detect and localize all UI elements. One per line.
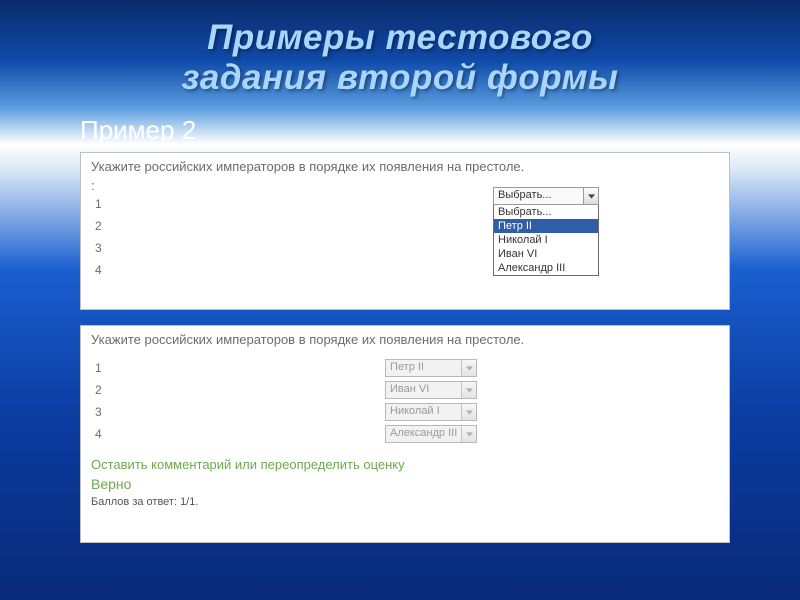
emperor-select-disabled: Александр III (385, 425, 477, 443)
row-number: 2 (95, 383, 125, 397)
row-number: 1 (95, 197, 125, 211)
answer-select-wrap: Александр III (385, 425, 477, 443)
answer-row: 3 (91, 237, 719, 259)
chevron-down-icon[interactable] (583, 188, 598, 204)
question-text-1: Укажите российских императоров в порядке… (81, 153, 729, 178)
row-number: 4 (95, 427, 125, 441)
chevron-down-icon (461, 426, 476, 442)
answer-row: 4 Александр III (91, 423, 719, 445)
answer-select-wrap: Петр II (385, 359, 477, 377)
select-label: Выбрать... (494, 188, 583, 204)
question-colon: : (81, 178, 729, 193)
select-option[interactable]: Николай I (494, 233, 598, 247)
select-value: Николай I (386, 404, 461, 420)
row-number: 4 (95, 263, 125, 277)
title-line-2: задания второй формы (182, 58, 619, 97)
select-value: Александр III (386, 426, 461, 442)
row-number: 1 (95, 361, 125, 375)
chevron-down-icon (461, 404, 476, 420)
result-text: Верно (81, 474, 729, 494)
question-panel-1: Укажите российских императоров в порядке… (80, 152, 730, 310)
select-option-selected[interactable]: Петр II (494, 219, 598, 233)
select-closed[interactable]: Выбрать... (493, 187, 599, 205)
select-option[interactable]: Иван VI (494, 247, 598, 261)
emperor-select-disabled: Петр II (385, 359, 477, 377)
slide: Примеры тестового задания второй формы П… (0, 0, 800, 600)
emperor-select-open[interactable]: Выбрать... Выбрать... Петр II Николай I … (493, 187, 599, 276)
chevron-down-icon (461, 382, 476, 398)
answer-rows-2: 1 Петр II 2 Иван VI 3 (81, 351, 729, 445)
select-option[interactable]: Выбрать... (494, 205, 598, 219)
emperor-select-disabled: Иван VI (385, 381, 477, 399)
answer-rows-1: 1 2 3 4 (81, 193, 729, 281)
row-number: 3 (95, 241, 125, 255)
row-number: 2 (95, 219, 125, 233)
chevron-down-icon (461, 360, 476, 376)
select-listbox[interactable]: Выбрать... Петр II Николай I Иван VI Але… (493, 205, 599, 276)
title-line-1: Примеры тестового (207, 18, 593, 57)
emperor-select-disabled: Николай I (385, 403, 477, 421)
select-option[interactable]: Александр III (494, 261, 598, 275)
answer-select-wrap: Николай I (385, 403, 477, 421)
answer-row: 3 Николай I (91, 401, 719, 423)
question-panel-2: Укажите российских императоров в порядке… (80, 325, 730, 543)
answer-row: 2 (91, 215, 719, 237)
slide-title: Примеры тестового задания второй формы (0, 18, 800, 99)
select-value: Петр II (386, 360, 461, 376)
comment-link[interactable]: Оставить комментарий или переопределить … (81, 445, 729, 474)
answer-row: 1 Петр II (91, 357, 719, 379)
slide-subtitle: Пример 2 (80, 115, 196, 146)
answer-row: 1 (91, 193, 719, 215)
score-text: Баллов за ответ: 1/1. (81, 494, 729, 512)
row-number: 3 (95, 405, 125, 419)
answer-row: 2 Иван VI (91, 379, 719, 401)
answer-row: 4 (91, 259, 719, 281)
question-text-2: Укажите российских императоров в порядке… (81, 326, 729, 351)
select-value: Иван VI (386, 382, 461, 398)
answer-select-wrap: Иван VI (385, 381, 477, 399)
